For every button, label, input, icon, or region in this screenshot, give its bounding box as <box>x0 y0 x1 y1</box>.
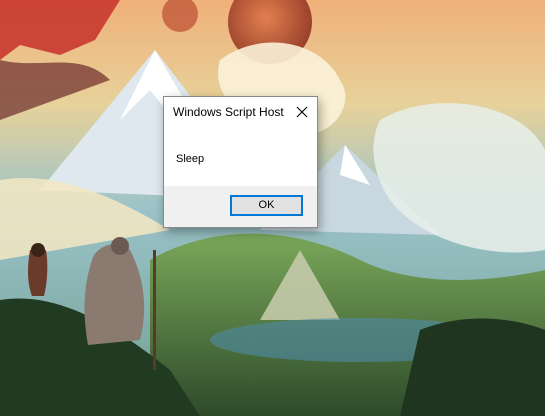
close-button[interactable] <box>287 97 317 127</box>
dialog-title: Windows Script Host <box>173 105 284 119</box>
dialog-message: Sleep <box>176 153 205 165</box>
dialog-body: Sleep <box>164 127 317 186</box>
desktop: Windows Script Host Sleep OK <box>0 0 545 416</box>
dialog-titlebar[interactable]: Windows Script Host <box>164 97 317 127</box>
message-dialog: Windows Script Host Sleep OK <box>163 96 318 228</box>
close-icon <box>296 106 308 118</box>
dialog-footer: OK <box>164 186 317 227</box>
ok-button[interactable]: OK <box>230 195 303 216</box>
